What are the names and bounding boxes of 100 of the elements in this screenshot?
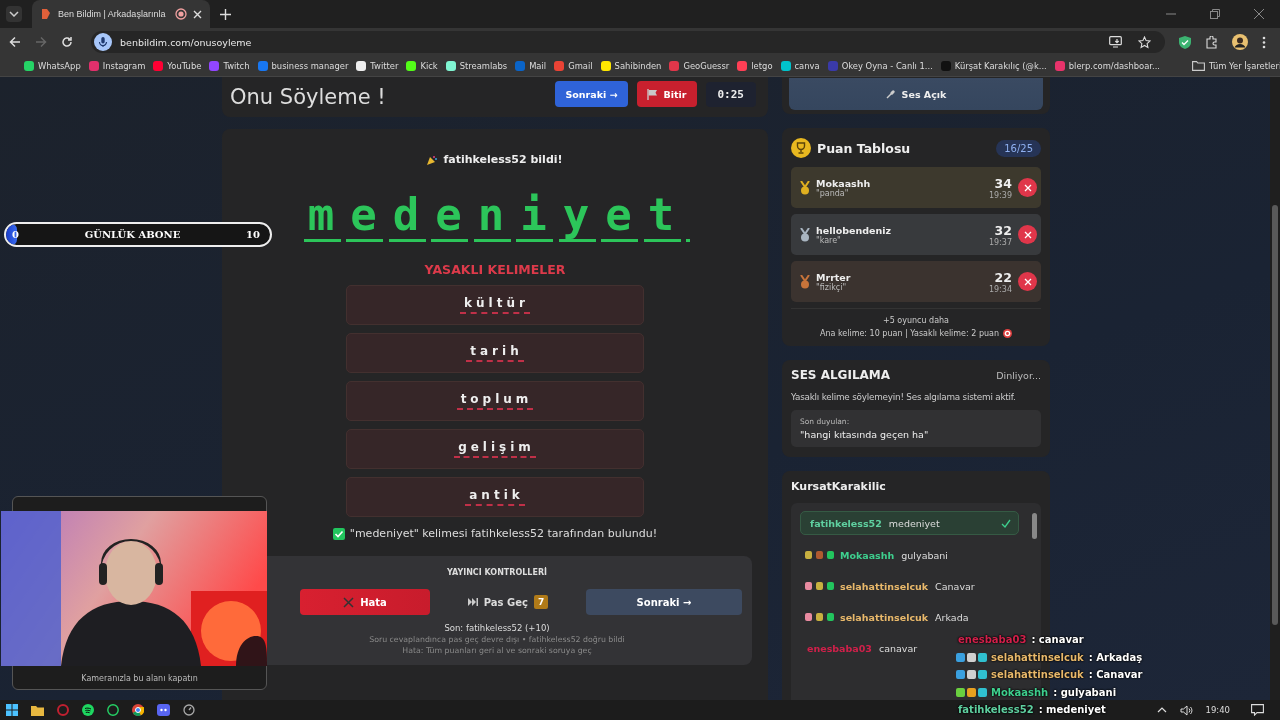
music-app-icon[interactable] bbox=[82, 704, 94, 716]
tab-list-button[interactable] bbox=[6, 6, 22, 22]
player-score: 34 bbox=[994, 175, 1012, 191]
player-score: 32 bbox=[994, 222, 1012, 238]
bookmark[interactable]: business manager bbox=[257, 61, 349, 71]
next-button[interactable]: Sonraki → bbox=[555, 81, 628, 107]
player-name: hellobendeniz bbox=[816, 224, 892, 236]
forbidden-word: gelişim bbox=[454, 440, 536, 458]
bookmark[interactable]: Gmail bbox=[554, 61, 593, 71]
goal-label: GÜNLÜK ABONE bbox=[83, 229, 182, 240]
voice-warning: Yasaklı kelime söylemeyin! Ses algılama sistemi aktif. bbox=[791, 392, 1017, 402]
remove-button[interactable] bbox=[1018, 225, 1037, 244]
folder-icon[interactable] bbox=[31, 704, 44, 716]
skip-button[interactable]: Pas Geç 7 bbox=[461, 589, 555, 615]
bookmark[interactable]: GeoGuessr bbox=[669, 61, 730, 71]
forbidden-word: toplum bbox=[456, 392, 534, 410]
browser-tab[interactable]: Ben Bildim | Arkadaşlarınla bbox=[32, 0, 210, 28]
bookmark[interactable]: Twitch bbox=[209, 61, 250, 71]
star-icon[interactable] bbox=[1138, 35, 1151, 49]
url-text: benbildim.com/onusoyleme bbox=[120, 36, 252, 48]
chat-username: selahattinselcuk bbox=[991, 651, 1084, 663]
new-tab-icon[interactable] bbox=[220, 8, 231, 20]
microphone-icon bbox=[94, 33, 112, 51]
check-icon bbox=[332, 527, 345, 540]
game-controller-icon[interactable] bbox=[157, 704, 170, 716]
player-score: 22 bbox=[994, 269, 1012, 285]
chat-text: : medeniyet bbox=[1038, 704, 1106, 716]
microphone-icon bbox=[885, 89, 896, 99]
webcam-caption: Kameranızla bu alanı kapatın bbox=[80, 674, 199, 683]
chat-text: : Arkadaş bbox=[1088, 651, 1143, 663]
speaker-icon[interactable] bbox=[1179, 704, 1193, 716]
bookmark[interactable]: Twitter bbox=[356, 61, 399, 71]
extensions-icon[interactable] bbox=[1205, 35, 1218, 49]
game-title: Onu Söyleme ! bbox=[230, 85, 386, 109]
chat-username: enesbaba03 bbox=[807, 642, 872, 654]
scoring-rules: Ana kelime: 10 puan | Yasaklı kelime: 2 puan bbox=[819, 329, 1000, 338]
all-bookmarks-folder[interactable]: Tüm Yer İşaretleri bbox=[1192, 61, 1280, 71]
bookmark[interactable]: Streamlabs bbox=[445, 61, 508, 71]
notification-icon[interactable] bbox=[1251, 704, 1264, 716]
gauge-icon[interactable] bbox=[183, 704, 195, 716]
install-icon[interactable] bbox=[1109, 36, 1122, 48]
forbidden-word: kültür bbox=[460, 296, 530, 314]
close-icon bbox=[1023, 230, 1032, 239]
bookmark[interactable]: blerp.com/dashboar... bbox=[1054, 61, 1160, 71]
bookmark[interactable]: Okey Oyna - Canlı 1... bbox=[827, 61, 933, 71]
player-word: "kare" bbox=[816, 235, 842, 245]
party-popper-icon bbox=[427, 154, 438, 165]
caret-icon[interactable] bbox=[1156, 707, 1167, 713]
address-bar[interactable]: benbildim.com/onusoyleme bbox=[91, 31, 1165, 53]
close-icon[interactable] bbox=[1254, 9, 1264, 19]
restore-icon[interactable] bbox=[1210, 9, 1220, 19]
found-message: "medeniyet" kelimesi fatihkeless52 tarafından bulundu! bbox=[349, 527, 658, 540]
player-name: Mokaashh bbox=[816, 177, 871, 189]
sound-button[interactable]: Ses Açık bbox=[789, 78, 1043, 110]
reload-icon[interactable] bbox=[61, 36, 73, 48]
error-button[interactable]: Hata bbox=[300, 589, 430, 615]
forbidden-word: antik bbox=[465, 488, 525, 506]
bookmark[interactable]: canva bbox=[780, 61, 820, 71]
bookmark[interactable]: Instagram bbox=[88, 61, 146, 71]
chat-text: Canavar bbox=[935, 580, 975, 592]
back-icon[interactable] bbox=[9, 36, 21, 48]
remove-button[interactable] bbox=[1018, 272, 1037, 291]
chat-text: medeniyet bbox=[888, 517, 940, 529]
goal-target: 10 bbox=[246, 229, 260, 240]
folder-icon bbox=[1192, 61, 1205, 71]
bookmark[interactable]: letgo bbox=[737, 61, 773, 71]
controls-title: YAYINCI KONTROLLERİ bbox=[446, 568, 548, 577]
bookmark[interactable]: YouTube bbox=[153, 61, 202, 71]
browser-icon[interactable] bbox=[132, 704, 144, 716]
timer: 0:25 bbox=[705, 82, 756, 107]
leaderboard-title: Puan Tablosu bbox=[817, 140, 911, 156]
chat-text: canavar bbox=[878, 642, 918, 654]
last-result: Son: fatihkeless52 (+10) bbox=[444, 623, 550, 633]
chat-text: : gulyabani bbox=[1053, 686, 1117, 698]
player-word: "fizikçi" bbox=[816, 282, 848, 292]
bookmark[interactable]: Mail bbox=[515, 61, 547, 71]
chat-username: selahattinselcuk bbox=[840, 611, 929, 623]
bookmark[interactable]: Kick bbox=[406, 61, 438, 71]
finish-button[interactable]: Bitir bbox=[636, 81, 697, 107]
bookmark[interactable]: WhatsApp bbox=[24, 61, 81, 71]
next-button[interactable]: Sonraki → bbox=[586, 589, 742, 615]
close-icon bbox=[1023, 183, 1032, 192]
chat-channel: KursatKarakilic bbox=[791, 480, 887, 493]
player-time: 19:34 bbox=[988, 284, 1012, 294]
chat-username: fatihkeless52 bbox=[810, 517, 882, 529]
circle-icon[interactable] bbox=[57, 704, 69, 716]
forbidden-word: tarih bbox=[466, 344, 524, 362]
bookmark[interactable]: Kürşat Karakılıç (@k... bbox=[940, 61, 1047, 71]
windows-icon[interactable] bbox=[6, 704, 18, 716]
guessed-text: fatihkeless52 bildi! bbox=[443, 153, 563, 166]
remove-button[interactable] bbox=[1018, 178, 1037, 197]
forbidden-title: YASAKLI KELIMELER bbox=[424, 262, 566, 277]
page-scrollbar[interactable] bbox=[1270, 77, 1280, 700]
chat-bubble-icon[interactable] bbox=[107, 704, 119, 716]
bookmark[interactable]: Sahibinden bbox=[600, 61, 662, 71]
avatar-icon[interactable] bbox=[1232, 34, 1248, 50]
player-time: 19:37 bbox=[988, 237, 1012, 247]
menu-icon[interactable] bbox=[1262, 35, 1266, 49]
shield-icon[interactable] bbox=[1179, 35, 1191, 49]
chat-scrollbar[interactable] bbox=[1032, 513, 1037, 539]
